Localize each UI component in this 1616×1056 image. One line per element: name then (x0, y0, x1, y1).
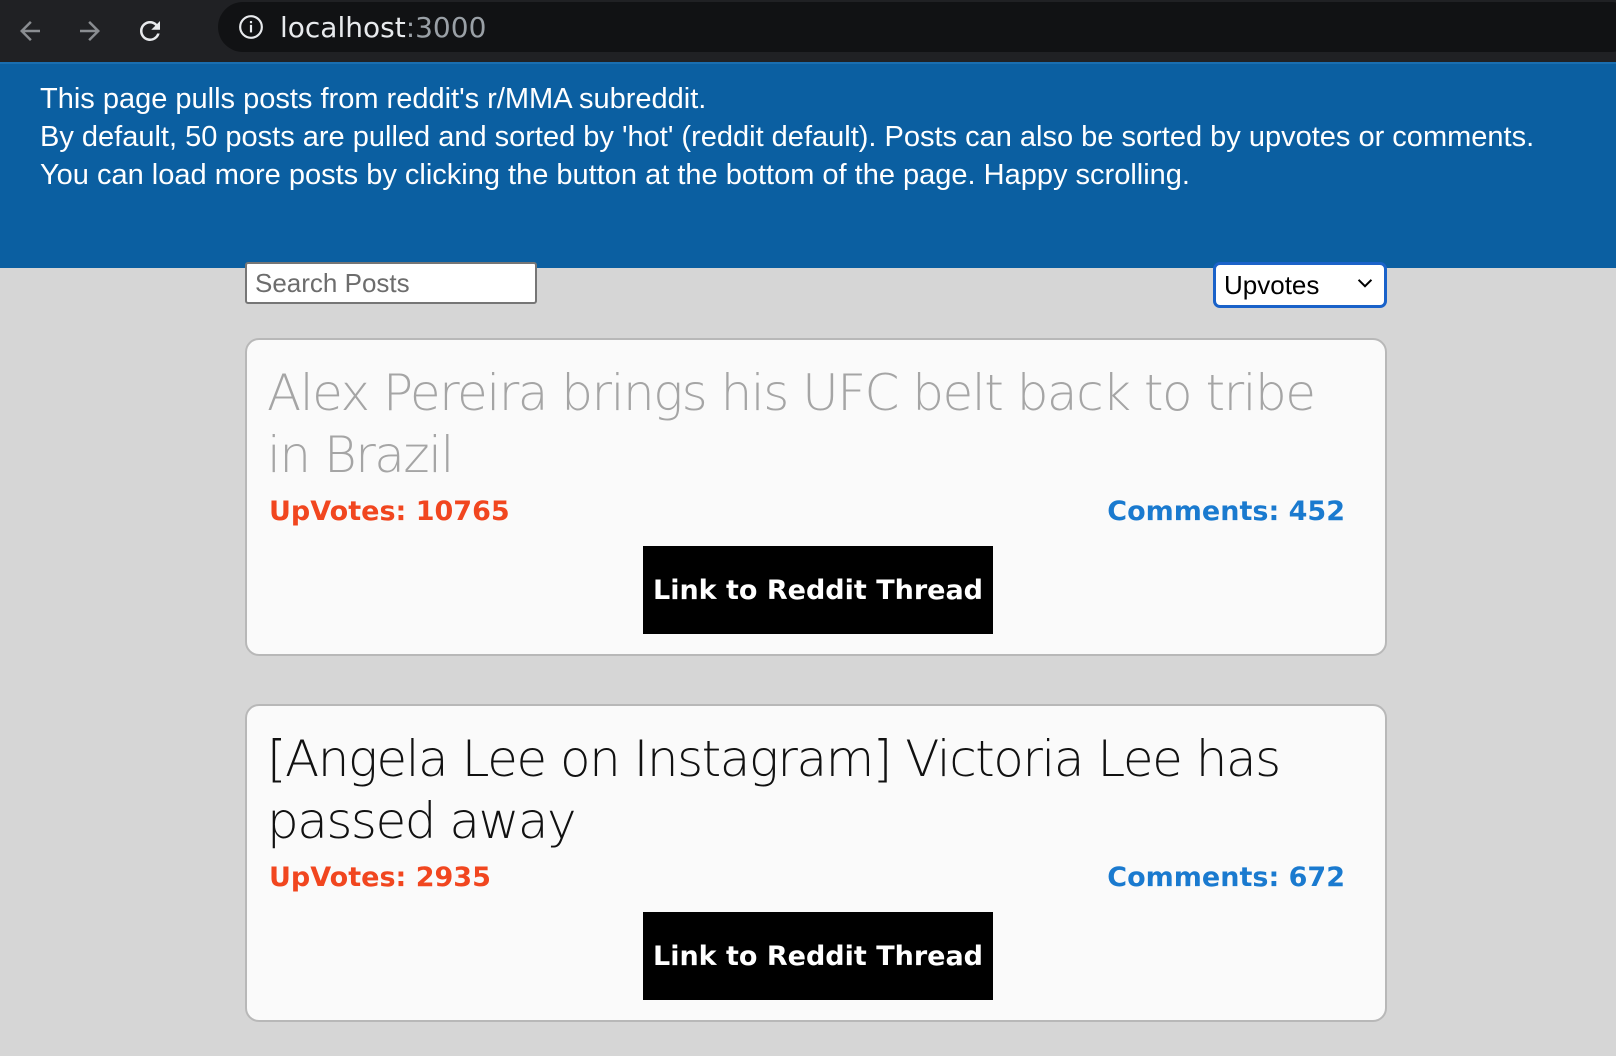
reload-icon (135, 16, 165, 46)
post-upvotes: UpVotes: 2935 (269, 862, 491, 893)
address-bar[interactable]: localhost:3000 (218, 2, 1616, 52)
info-icon[interactable] (238, 14, 264, 40)
post-title: Alex Pereira brings his UFC belt back to… (267, 364, 1316, 484)
sort-selected-value: Upvotes (1224, 269, 1320, 300)
search-input[interactable] (245, 262, 537, 304)
reload-button[interactable] (120, 5, 180, 57)
post-card: [Angela Lee on Instagram] Victoria Lee h… (245, 704, 1387, 1022)
controls-bar: Upvotes (245, 262, 1387, 308)
back-button[interactable] (0, 5, 60, 57)
intro-banner: This page pulls posts from reddit's r/MM… (0, 62, 1616, 268)
reddit-thread-link-button[interactable]: Link to Reddit Thread (643, 546, 993, 634)
post-comments: Comments: 672 (1107, 862, 1345, 893)
post-title: [Angela Lee on Instagram] Victoria Lee h… (267, 730, 1281, 850)
url-port: :3000 (405, 10, 487, 44)
banner-line-2: By default, 50 posts are pulled and sort… (40, 121, 1535, 191)
arrow-left-icon (15, 16, 45, 46)
post-upvotes: UpVotes: 10765 (269, 496, 510, 527)
forward-button[interactable] (60, 5, 120, 57)
arrow-right-icon (75, 16, 105, 46)
browser-toolbar: localhost:3000 (0, 0, 1616, 62)
post-comments: Comments: 452 (1107, 496, 1345, 527)
reddit-thread-link-button[interactable]: Link to Reddit Thread (643, 912, 993, 1000)
post-card: Alex Pereira brings his UFC belt back to… (245, 338, 1387, 656)
banner-line-1: This page pulls posts from reddit's r/MM… (40, 83, 707, 115)
sort-select[interactable]: Upvotes (1213, 262, 1387, 308)
chevron-down-icon (1354, 270, 1376, 301)
url-host: localhost (280, 10, 406, 44)
